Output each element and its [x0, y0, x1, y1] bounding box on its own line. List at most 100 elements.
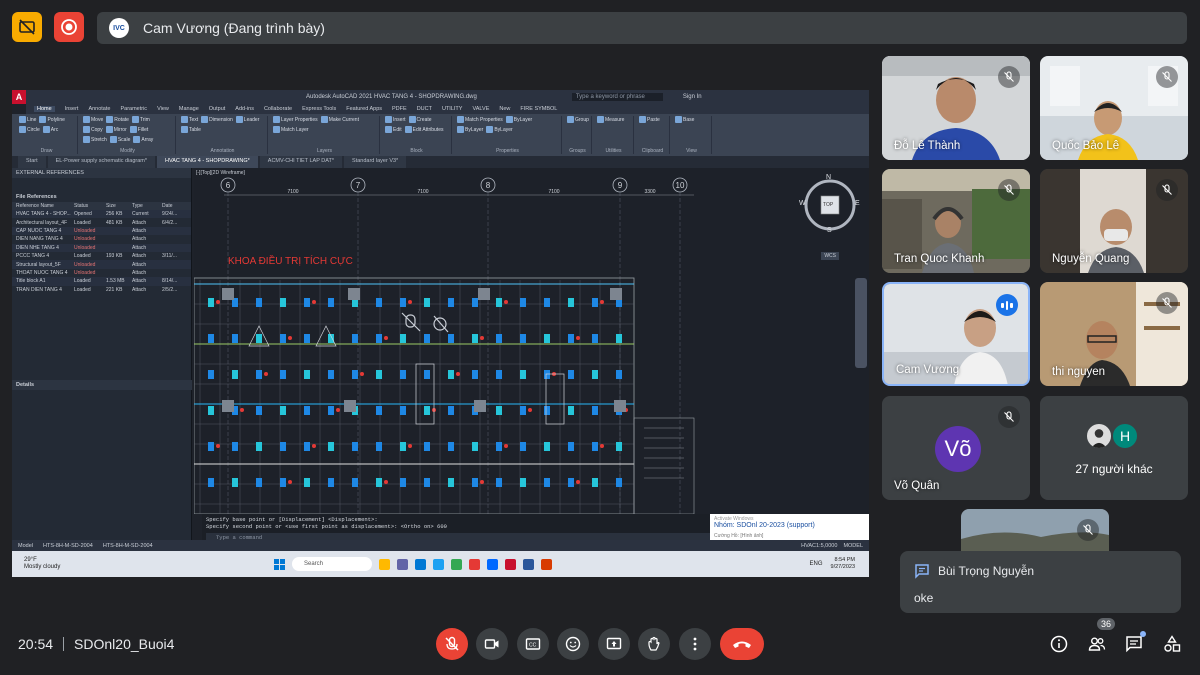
- xref-column-header[interactable]: Reference Name: [12, 203, 74, 209]
- ribbon-tool[interactable]: Stretch: [83, 136, 107, 143]
- participant-tile[interactable]: Tran Quoc Khanh: [882, 169, 1030, 273]
- participant-tile[interactable]: Đỗ Lê Thành: [882, 56, 1030, 160]
- ribbon-tool[interactable]: Text: [181, 116, 198, 123]
- ribbon-group-label[interactable]: Modify: [83, 148, 172, 154]
- navigation-bar[interactable]: [855, 278, 867, 368]
- leave-call-button[interactable]: [720, 628, 764, 660]
- acad-signin[interactable]: Sign In: [683, 94, 702, 100]
- xref-row[interactable]: HVAC TANG 4 - SHOP... Opened 256 KB Current…: [12, 210, 191, 219]
- windows-start-icon[interactable]: [274, 558, 285, 570]
- taskbar-app-icon[interactable]: [379, 558, 390, 570]
- more-options-button[interactable]: [679, 628, 711, 660]
- file-tab[interactable]: Start: [18, 156, 46, 168]
- ribbon-tool[interactable]: Create: [408, 116, 432, 123]
- file-tab[interactable]: EL-Power supply schematic diagram*: [47, 156, 156, 168]
- taskbar-app-icon[interactable]: [469, 558, 480, 570]
- ribbon-tool[interactable]: Move: [83, 116, 103, 123]
- participant-tile[interactable]: thi nguyen: [1040, 282, 1188, 386]
- ribbon-tool[interactable]: Paste: [639, 116, 660, 123]
- xref-row[interactable]: PCCC TANG 4 Loaded 193 KB Attach 3/11/...: [12, 252, 191, 260]
- acad-menu-tab[interactable]: Home: [34, 106, 55, 112]
- ribbon-group-label[interactable]: Utilities: [597, 148, 630, 154]
- ribbon-tool[interactable]: Polyline: [39, 116, 65, 123]
- others-tile[interactable]: H 27 người khác: [1040, 396, 1188, 500]
- taskbar-app-icon[interactable]: [487, 558, 498, 570]
- ribbon-group-label[interactable]: Properties: [457, 148, 558, 154]
- xref-row[interactable]: DIEN NHE TANG 4 Unloaded Attach: [12, 243, 191, 252]
- xref-column-header[interactable]: Date: [162, 203, 186, 209]
- ribbon-tool[interactable]: Line: [19, 116, 36, 123]
- xref-row[interactable]: Structural layout_5F Unloaded Attach: [12, 260, 191, 269]
- xref-row[interactable]: Architectural layout_4F Loaded 481 KB Attac…: [12, 218, 191, 226]
- ribbon-tool[interactable]: Make Current: [320, 116, 359, 123]
- meeting-details-button[interactable]: [1048, 633, 1070, 655]
- ribbon-tool[interactable]: ByLayer: [486, 126, 513, 133]
- ribbon-tool[interactable]: ByLayer: [457, 126, 483, 133]
- participant-tile-active[interactable]: Cam Vương: [882, 282, 1030, 386]
- acad-menu-tab[interactable]: View: [157, 106, 169, 112]
- ribbon-tool[interactable]: Edit: [385, 126, 402, 133]
- participant-tile[interactable]: Võ Võ Quân: [882, 396, 1030, 500]
- acad-menu-tab[interactable]: FIRE SYMBOL: [520, 106, 557, 112]
- reactions-button[interactable]: [557, 628, 589, 660]
- ribbon-tool[interactable]: Array: [133, 136, 153, 143]
- ribbon-tool[interactable]: Fillet: [129, 126, 148, 133]
- ribbon-tool[interactable]: Measure: [597, 116, 624, 123]
- status-scale[interactable]: HVAC1:5,0000: [801, 543, 837, 549]
- taskbar-app-icon[interactable]: [433, 558, 444, 570]
- participant-tile[interactable]: Nguyễn Quang: [1040, 169, 1188, 273]
- status-tab-layout-2[interactable]: HTS-8H-M-SD-2004: [103, 543, 153, 549]
- status-tab-model[interactable]: Model: [18, 543, 33, 549]
- acad-menu-tab[interactable]: UTILITY: [442, 106, 462, 112]
- activities-button[interactable]: [1161, 633, 1183, 655]
- taskbar-search[interactable]: Search: [292, 557, 372, 571]
- weather-widget[interactable]: 29°F Mostly cloudy: [12, 557, 132, 571]
- taskbar-clock[interactable]: 8:54 PM 9/27/2023: [831, 557, 855, 571]
- ribbon-tool[interactable]: Match Layer: [273, 126, 309, 133]
- wcs-menu[interactable]: WCS: [821, 252, 839, 260]
- ribbon-group-label[interactable]: Annotation: [181, 148, 264, 154]
- xref-row[interactable]: DIEN NANG TANG 4 Unloaded Attach: [12, 235, 191, 243]
- ribbon-tool[interactable]: Arc: [42, 126, 58, 133]
- people-button[interactable]: [1086, 633, 1108, 655]
- acad-search[interactable]: Type a keyword or phrase: [571, 93, 663, 101]
- acad-menu-tab[interactable]: Featured Apps: [346, 106, 382, 112]
- acad-menu-tab[interactable]: PDFE: [392, 106, 407, 112]
- acad-menu-tab[interactable]: Parametric: [120, 106, 147, 112]
- drawing-area[interactable]: [-][Top][2D Wireframe] 6 7 8 9 10 7100 7100 710…: [194, 168, 869, 514]
- ribbon-tool[interactable]: ByLayer: [505, 116, 532, 123]
- chat-notification[interactable]: Bùi Trọng Nguyễn oke: [900, 551, 1181, 613]
- acad-menu-tab[interactable]: Add-ins: [235, 106, 254, 112]
- acad-menu-tab[interactable]: New: [499, 106, 510, 112]
- taskbar-app-icon[interactable]: [397, 558, 408, 570]
- taskbar-app-icon[interactable]: [505, 558, 516, 570]
- language-indicator[interactable]: ENG: [810, 561, 823, 567]
- ribbon-group-label[interactable]: Layers: [273, 148, 376, 154]
- present-button[interactable]: [598, 628, 630, 660]
- ribbon-tool[interactable]: Insert: [385, 116, 406, 123]
- status-tab-layout-1[interactable]: HTS-8H-M-SD-2004: [43, 543, 93, 549]
- xref-column-header[interactable]: Type: [132, 203, 162, 209]
- ribbon-tool[interactable]: Trim: [131, 116, 150, 123]
- ribbon-tool[interactable]: Layer Properties: [273, 116, 318, 123]
- taskbar-app-icon[interactable]: [451, 558, 462, 570]
- ribbon-group-label[interactable]: Draw: [19, 148, 74, 154]
- acad-menu-tab[interactable]: DUCT: [417, 106, 432, 112]
- status-model[interactable]: MODEL: [843, 543, 863, 549]
- ribbon-tool[interactable]: Leader: [235, 116, 259, 123]
- captions-off-button[interactable]: [12, 12, 42, 42]
- participant-tile[interactable]: [961, 509, 1109, 551]
- ribbon-tool[interactable]: Table: [181, 126, 201, 133]
- ribbon-tool[interactable]: Scale: [109, 136, 130, 143]
- ribbon-group-label[interactable]: Block: [385, 148, 448, 154]
- ribbon-tool[interactable]: Edit Attributes: [404, 126, 443, 133]
- ribbon-tool[interactable]: Dimension: [201, 116, 233, 123]
- viewcube[interactable]: N E S W TOP: [799, 174, 861, 236]
- taskbar-app-icon[interactable]: [523, 558, 534, 570]
- xref-row[interactable]: TRAN DIEN TANG 4 Loaded 221 KB Attach 2/5/2.…: [12, 286, 191, 294]
- participant-tile[interactable]: Quốc Bảo Lê: [1040, 56, 1188, 160]
- ribbon-tool[interactable]: Circle: [19, 126, 40, 133]
- ribbon-group-label[interactable]: Clipboard: [639, 148, 666, 154]
- xref-column-header[interactable]: Status: [74, 203, 106, 209]
- ribbon-group-label[interactable]: View: [675, 148, 708, 154]
